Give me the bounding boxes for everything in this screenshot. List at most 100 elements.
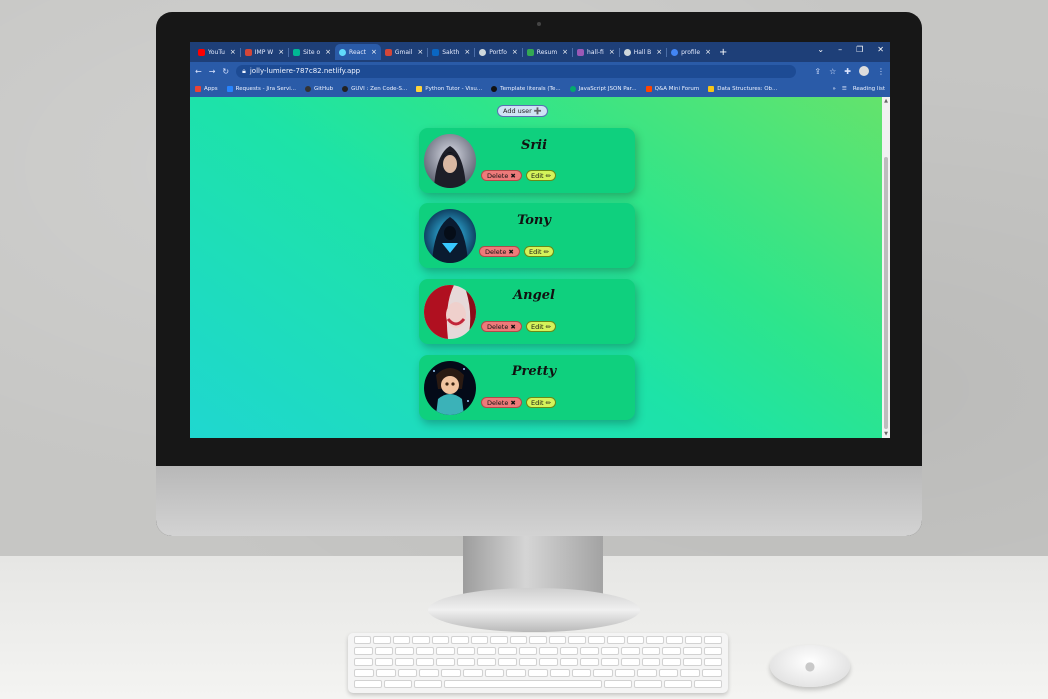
tab-resume[interactable]: Resum × xyxy=(523,44,572,60)
tab-gmail[interactable]: Gmail × xyxy=(381,44,427,60)
tab-label: profile xyxy=(681,48,701,56)
bookmark-guvi[interactable]: GUVI : Zen Code-S... xyxy=(342,85,407,92)
minimize-button[interactable]: – xyxy=(838,45,842,54)
mouse: ● xyxy=(770,645,850,687)
window-controls: ⌄ – ❐ ✕ xyxy=(817,45,884,54)
bookmark-label: Data Structures: Ob... xyxy=(717,85,778,92)
forum-icon xyxy=(645,85,652,92)
tab-profile[interactable]: profile × xyxy=(667,44,715,60)
tab-portfolio[interactable]: Portfo × xyxy=(475,44,522,60)
toolbar-actions: ⇪ ☆ ✚ ⋮ xyxy=(814,66,885,76)
python-icon xyxy=(416,85,423,92)
url-text: jolly-lumiere-787c82.netlify.app xyxy=(249,67,361,75)
bookmark-label: Q&A Mini Forum xyxy=(654,85,700,92)
user-card: Pretty Delete ✖ Edit ✏ xyxy=(419,355,635,420)
url-bar[interactable]: 🔒︎ jolly-lumiere-787c82.netlify.app xyxy=(236,64,797,78)
profile-avatar-icon[interactable] xyxy=(859,66,869,76)
edit-button[interactable]: Edit ✏ xyxy=(526,397,557,408)
bookmark-github[interactable]: GitHub xyxy=(305,85,333,92)
edit-button[interactable]: Edit ✏ xyxy=(526,170,557,181)
gmail-icon xyxy=(244,48,252,56)
page-content: Add user ➕ Srii Delete ✖ Edit ✏ Tony Del… xyxy=(190,97,882,438)
tab-hall-b[interactable]: Hall B × xyxy=(620,44,666,60)
restore-button[interactable]: ❐ xyxy=(856,45,863,54)
tab-gmail-imp[interactable]: IMP W × xyxy=(241,44,288,60)
user-avatar xyxy=(424,285,476,339)
tab-hall-fi[interactable]: hall-fi × xyxy=(573,44,619,60)
tab-label: Hall B xyxy=(633,48,652,56)
user-avatar xyxy=(424,209,476,263)
bookmark-apps[interactable]: Apps xyxy=(195,85,218,92)
bookmark-template-literals[interactable]: Template literals (Te... xyxy=(491,85,561,92)
delete-button[interactable]: Delete ✖ xyxy=(481,397,522,408)
bookmark-json-parse[interactable]: JavaScript JSON Par... xyxy=(569,85,637,92)
gmail-icon xyxy=(384,48,392,56)
more-bookmarks-icon[interactable]: » xyxy=(833,86,836,92)
scrollbar-thumb[interactable] xyxy=(884,157,888,429)
close-tab-icon[interactable]: × xyxy=(278,48,284,56)
tab-label: Sakth xyxy=(442,48,460,56)
close-window-button[interactable]: ✕ xyxy=(877,45,884,54)
camera-icon xyxy=(537,22,541,26)
scroll-down-icon[interactable]: ▼ xyxy=(883,431,889,437)
close-tab-icon[interactable]: × xyxy=(325,48,331,56)
tab-label: Site o xyxy=(303,48,321,56)
edit-button[interactable]: Edit ✏ xyxy=(524,246,555,257)
delete-button[interactable]: Delete ✖ xyxy=(481,321,522,332)
reading-list-button[interactable]: Reading list xyxy=(853,86,885,92)
edit-button[interactable]: Edit ✏ xyxy=(526,321,557,332)
tab-react-active[interactable]: React × xyxy=(335,44,381,60)
bookmark-data-structures[interactable]: Data Structures: Ob... xyxy=(708,85,778,92)
close-tab-icon[interactable]: × xyxy=(230,48,236,56)
close-tab-icon[interactable]: × xyxy=(371,48,377,56)
user-name: Tony xyxy=(517,213,551,228)
close-tab-icon[interactable]: × xyxy=(464,48,470,56)
react-icon xyxy=(339,48,347,56)
monitor-chin xyxy=(156,466,922,536)
bookmark-star-icon[interactable]: ☆ xyxy=(829,67,836,76)
close-tab-icon[interactable]: × xyxy=(609,48,615,56)
js-icon xyxy=(708,85,715,92)
globe-icon xyxy=(479,48,487,56)
back-icon[interactable]: ← xyxy=(195,67,202,76)
forward-icon[interactable]: → xyxy=(209,67,216,76)
keyboard xyxy=(348,633,728,693)
new-tab-button[interactable]: + xyxy=(719,47,727,58)
delete-button[interactable]: Delete ✖ xyxy=(481,170,522,181)
add-user-button[interactable]: Add user ➕ xyxy=(497,105,548,117)
delete-button[interactable]: Delete ✖ xyxy=(479,246,520,257)
close-tab-icon[interactable]: × xyxy=(656,48,662,56)
bookmark-jira[interactable]: Requests - Jira Servi... xyxy=(226,85,297,92)
linkedin-icon xyxy=(432,48,440,56)
share-icon[interactable]: ⇪ xyxy=(814,67,821,76)
close-tab-icon[interactable]: × xyxy=(512,48,518,56)
bookmark-python-tutor[interactable]: Python Tutor - Visu... xyxy=(416,85,482,92)
close-tab-icon[interactable]: × xyxy=(705,48,711,56)
reload-icon[interactable]: ↻ xyxy=(222,67,229,76)
tab-label: hall-fi xyxy=(587,48,604,56)
extensions-icon[interactable]: ✚ xyxy=(844,67,851,76)
tab-site[interactable]: Site o × xyxy=(289,44,335,60)
w3schools-icon xyxy=(569,85,576,92)
github-icon xyxy=(305,85,312,92)
close-tab-icon[interactable]: × xyxy=(417,48,423,56)
bookmarks-right: » ☰ Reading list xyxy=(833,86,885,92)
scroll-up-icon[interactable]: ▲ xyxy=(883,98,889,104)
tab-strip: YouTu × IMP W × Site o × React × Gmail × Sakt… xyxy=(190,42,890,62)
bookmark-qa-forum[interactable]: Q&A Mini Forum xyxy=(645,85,700,92)
tab-linkedin[interactable]: Sakth × xyxy=(428,44,474,60)
user-name: Angel xyxy=(513,288,555,303)
bookmark-label: JavaScript JSON Par... xyxy=(578,85,637,92)
google-icon xyxy=(671,48,679,56)
tab-search-icon[interactable]: ⌄ xyxy=(817,45,824,54)
user-card: Tony Delete ✖ Edit ✏ xyxy=(419,203,635,268)
page-scrollbar[interactable]: ▲ ▼ xyxy=(882,97,890,438)
menu-icon[interactable]: ⋮ xyxy=(877,67,885,76)
user-card: Angel Delete ✖ Edit ✏ xyxy=(419,279,635,344)
browser-window: YouTu × IMP W × Site o × React × Gmail × Sakt… xyxy=(190,42,890,438)
tab-youtube[interactable]: YouTu × xyxy=(194,44,240,60)
bookmark-label: Requests - Jira Servi... xyxy=(235,85,297,92)
bookmark-label: Apps xyxy=(204,85,218,92)
user-name: Srii xyxy=(520,138,548,153)
close-tab-icon[interactable]: × xyxy=(562,48,568,56)
